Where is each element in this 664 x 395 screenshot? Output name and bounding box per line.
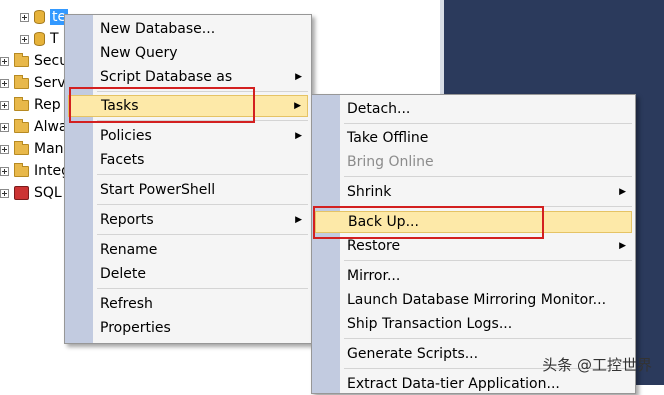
tree-node-label: Secu <box>34 53 69 69</box>
submenu-arrow-icon: ▶ <box>295 72 302 82</box>
menu-item-start-powershell[interactable]: Start PowerShell <box>68 179 308 201</box>
tree-node-server-objects[interactable]: Serv <box>0 72 66 94</box>
menu-item-label: Tasks <box>101 98 139 114</box>
tree-node-label: Serv <box>34 75 66 91</box>
menu-item-facets[interactable]: Facets <box>68 149 308 171</box>
expand-icon[interactable] <box>0 188 9 198</box>
menu-item-label: New Query <box>100 45 178 61</box>
menu-item-label: Mirror... <box>347 268 401 284</box>
tree-node-sql-agent[interactable]: SQL <box>0 182 62 204</box>
menu-item-shrink[interactable]: Shrink ▶ <box>315 181 632 203</box>
menu-separator <box>97 234 308 235</box>
sql-agent-icon <box>14 186 29 200</box>
watermark-text: 头条 @工控世界 <box>542 356 652 374</box>
folder-icon <box>14 162 29 177</box>
menu-item-launch-mirroring-monitor[interactable]: Launch Database Mirroring Monitor... <box>315 289 632 311</box>
menu-separator <box>344 176 632 177</box>
menu-item-label: Rename <box>100 242 158 258</box>
menu-separator <box>97 174 308 175</box>
menu-separator <box>97 91 308 92</box>
menu-item-new-query[interactable]: New Query <box>68 42 308 64</box>
menu-item-label: Bring Online <box>347 154 434 170</box>
menu-item-bring-online[interactable]: Bring Online <box>315 151 632 173</box>
tree-node-security[interactable]: Secu <box>0 50 68 72</box>
expand-icon[interactable] <box>0 166 9 176</box>
tree-node-replication[interactable]: Rep <box>0 94 61 116</box>
expand-icon[interactable] <box>0 100 9 110</box>
menu-item-label: Delete <box>100 266 146 282</box>
menu-item-restore[interactable]: Restore ▶ <box>315 235 632 257</box>
menu-item-label: Restore <box>347 238 401 254</box>
menu-item-label: Policies <box>100 128 152 144</box>
menu-item-label: Ship Transaction Logs... <box>347 316 513 332</box>
submenu-arrow-icon: ▶ <box>294 101 301 111</box>
menu-item-rename[interactable]: Rename <box>68 239 308 261</box>
tree-node-database[interactable]: T <box>20 28 59 50</box>
menu-item-reports[interactable]: Reports ▶ <box>68 209 308 231</box>
tasks-submenu: Detach... Take Offline Bring Online Shri… <box>311 94 636 394</box>
menu-item-label: Launch Database Mirroring Monitor... <box>347 292 607 308</box>
menu-item-properties[interactable]: Properties <box>68 317 308 339</box>
menu-item-refresh[interactable]: Refresh <box>68 293 308 315</box>
folder-icon <box>14 52 29 67</box>
folder-icon <box>14 118 29 133</box>
menu-item-back-up[interactable]: Back Up... <box>315 211 632 233</box>
tree-node-label: SQL <box>34 185 62 201</box>
menu-separator <box>344 123 632 124</box>
submenu-arrow-icon: ▶ <box>295 215 302 225</box>
menu-separator <box>344 260 632 261</box>
submenu-arrow-icon: ▶ <box>295 131 302 141</box>
menu-separator <box>97 204 308 205</box>
menu-item-delete[interactable]: Delete <box>68 263 308 285</box>
expand-icon[interactable] <box>0 78 9 88</box>
menu-item-script-database-as[interactable]: Script Database as ▶ <box>68 66 308 88</box>
menu-item-extract-data-tier-application[interactable]: Extract Data-tier Application... <box>315 373 632 395</box>
menu-separator <box>97 120 308 121</box>
menu-item-mirror[interactable]: Mirror... <box>315 265 632 287</box>
menu-item-ship-transaction-logs[interactable]: Ship Transaction Logs... <box>315 313 632 335</box>
menu-item-new-database[interactable]: New Database... <box>68 18 308 40</box>
tree-node-management[interactable]: Man <box>0 138 64 160</box>
expand-icon[interactable] <box>0 56 9 66</box>
menu-item-tasks[interactable]: Tasks ▶ <box>68 95 308 117</box>
menu-item-label: Reports <box>100 212 154 228</box>
tree-node-label: Man <box>34 141 64 157</box>
menu-item-detach[interactable]: Detach... <box>315 98 632 120</box>
tree-node-database-selected[interactable]: te <box>20 6 69 28</box>
menu-item-policies[interactable]: Policies ▶ <box>68 125 308 147</box>
menu-item-label: Extract Data-tier Application... <box>347 376 560 392</box>
submenu-arrow-icon: ▶ <box>619 187 626 197</box>
tree-node-label: T <box>50 31 59 47</box>
menu-item-label: Properties <box>100 320 171 336</box>
menu-item-label: Start PowerShell <box>100 182 216 198</box>
tree-node-label: Alwa <box>34 119 68 135</box>
tree-node-integration-services[interactable]: Integ <box>0 160 70 182</box>
menu-item-label: Detach... <box>347 101 411 117</box>
tree-node-label: Rep <box>34 97 61 113</box>
database-icon <box>34 32 45 46</box>
menu-item-label: Facets <box>100 152 145 168</box>
menu-item-label: Take Offline <box>347 130 429 146</box>
expand-icon[interactable] <box>20 12 29 22</box>
folder-icon <box>14 140 29 155</box>
expand-icon[interactable] <box>0 122 9 132</box>
tree-node-always-on[interactable]: Alwa <box>0 116 68 138</box>
menu-item-take-offline[interactable]: Take Offline <box>315 127 632 149</box>
submenu-arrow-icon: ▶ <box>619 241 626 251</box>
menu-separator <box>97 288 308 289</box>
folder-icon <box>14 96 29 111</box>
menu-separator <box>344 338 632 339</box>
database-icon <box>34 10 45 24</box>
menu-separator <box>344 206 632 207</box>
menu-item-label: Script Database as <box>100 69 233 85</box>
menu-item-label: Shrink <box>347 184 392 200</box>
menu-item-label: Generate Scripts... <box>347 346 479 362</box>
expand-icon[interactable] <box>0 144 9 154</box>
menu-item-label: Refresh <box>100 296 153 312</box>
expand-icon[interactable] <box>20 34 29 44</box>
menu-item-label: Back Up... <box>348 214 419 230</box>
context-menu: New Database... New Query Script Databas… <box>64 14 312 344</box>
menu-item-label: New Database... <box>100 21 216 37</box>
folder-icon <box>14 74 29 89</box>
